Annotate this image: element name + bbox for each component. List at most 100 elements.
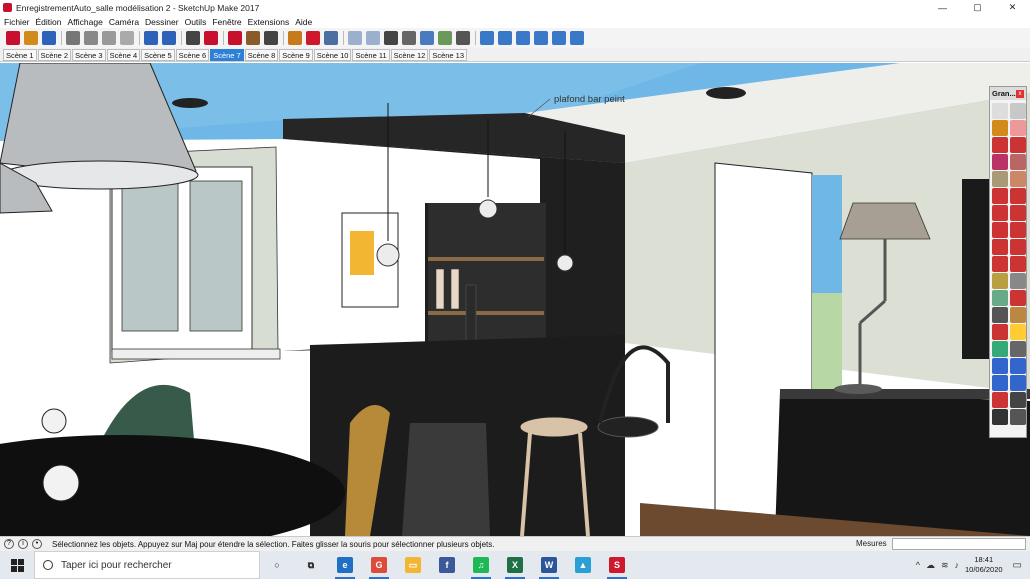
tab-scene-11[interactable]: Scène 11 <box>352 48 390 61</box>
extension-warehouse-icon[interactable] <box>306 31 320 45</box>
pan-tool-icon[interactable] <box>1010 341 1026 357</box>
tab-scene-1[interactable]: Scène 1 <box>3 48 37 61</box>
save-icon[interactable] <box>42 31 56 45</box>
tab-scene-3[interactable]: Scène 3 <box>72 48 106 61</box>
print-icon[interactable] <box>186 31 200 45</box>
zoom-tool-icon[interactable] <box>992 358 1008 374</box>
rotated-rectangle-tool-icon[interactable] <box>1010 154 1026 170</box>
pie-tool-icon[interactable] <box>992 205 1008 221</box>
taskbar-app-cortana[interactable]: ○ <box>260 551 294 579</box>
cut-icon[interactable] <box>66 31 80 45</box>
menu-item-7[interactable]: Extensions <box>248 17 290 27</box>
section-plane-tool-icon[interactable] <box>992 324 1008 340</box>
tab-scene-8[interactable]: Scène 8 <box>244 48 279 61</box>
look-around-tool-icon[interactable] <box>1010 392 1026 408</box>
zoom-extents-tool-icon[interactable] <box>992 375 1008 391</box>
menu-item-4[interactable]: Dessiner <box>145 17 179 27</box>
start-button[interactable] <box>0 551 34 579</box>
zoom-window-tool-icon[interactable] <box>1010 358 1026 374</box>
polygon-tool-icon[interactable] <box>1010 171 1026 187</box>
tab-scene-4[interactable]: Scène 4 <box>106 48 141 61</box>
taskbar-search[interactable]: Taper ici pour rechercher <box>34 551 260 579</box>
paste-icon[interactable] <box>102 31 116 45</box>
shaded-icon[interactable] <box>420 31 434 45</box>
menu-item-8[interactable]: Aide <box>295 17 312 27</box>
position-camera-tool-icon[interactable] <box>992 392 1008 408</box>
taskbar-app-spotify[interactable]: ♫ <box>464 551 498 579</box>
tab-scene-13[interactable]: Scène 13 <box>429 48 468 61</box>
xray-icon[interactable] <box>348 31 362 45</box>
wireframe-icon[interactable] <box>384 31 398 45</box>
scene-annotation[interactable]: plafond bar peint <box>554 94 625 105</box>
arc-tool-icon[interactable] <box>992 188 1008 204</box>
two-point-arc-tool-icon[interactable] <box>1010 188 1026 204</box>
menu-item-3[interactable]: Caméra <box>109 17 139 27</box>
get-photo-icon[interactable] <box>288 31 302 45</box>
palette-close-button[interactable]: x <box>1016 89 1024 98</box>
right-view-icon[interactable] <box>534 31 548 45</box>
tab-scene-10[interactable]: Scène 10 <box>313 48 352 61</box>
three-point-arc-tool-icon[interactable] <box>1010 205 1026 221</box>
copy-icon[interactable] <box>84 31 98 45</box>
maximize-button[interactable]: ▢ <box>960 0 995 15</box>
undo-icon[interactable] <box>144 31 158 45</box>
minimize-button[interactable]: — <box>925 0 960 15</box>
rotate-tool-icon[interactable] <box>992 239 1008 255</box>
walk-tool-icon[interactable] <box>992 409 1008 425</box>
cloud-icon[interactable]: ☁ <box>926 560 935 571</box>
tape-measure-tool-icon[interactable] <box>992 273 1008 289</box>
rectangle-tool-icon[interactable] <box>992 154 1008 170</box>
tab-scene-7[interactable]: Scène 7 <box>210 48 244 61</box>
taskbar-app-photos[interactable]: ▲ <box>566 551 600 579</box>
line-tool-icon[interactable] <box>992 137 1008 153</box>
paint-tool-icon[interactable] <box>1010 324 1026 340</box>
axes-tool-icon[interactable] <box>1010 290 1026 306</box>
taskbar-app-edge[interactable]: e <box>328 551 362 579</box>
select-tool-icon[interactable] <box>992 103 1008 119</box>
taskbar-app-file-explorer[interactable]: ▭ <box>396 551 430 579</box>
orbit-tool-icon[interactable] <box>992 341 1008 357</box>
palette-header[interactable]: Gran... x <box>990 87 1026 100</box>
circle-tool-icon[interactable] <box>992 171 1008 187</box>
measurements-input[interactable] <box>892 538 1026 550</box>
info-icon[interactable]: i <box>18 539 28 549</box>
menu-item-6[interactable]: Fenêtre <box>212 17 241 27</box>
open-folder-icon[interactable] <box>24 31 38 45</box>
previous-tool-icon[interactable] <box>1010 375 1026 391</box>
push-pull-tool-icon[interactable] <box>1010 222 1026 238</box>
user-icon[interactable]: • <box>32 539 42 549</box>
share-model-icon[interactable] <box>246 31 260 45</box>
chevron-up-icon[interactable]: ^ <box>916 560 920 570</box>
tab-scene-5[interactable]: Scène 5 <box>141 48 175 61</box>
model-info-icon[interactable] <box>204 31 218 45</box>
front-view-icon[interactable] <box>516 31 530 45</box>
eraser-tool-icon[interactable] <box>1010 120 1026 136</box>
dimension-tool-icon[interactable] <box>992 307 1008 323</box>
offset-tool-icon[interactable] <box>1010 256 1026 272</box>
menu-item-0[interactable]: Fichier <box>4 17 30 27</box>
3d-text-tool-icon[interactable] <box>1010 307 1026 323</box>
components-icon[interactable] <box>264 31 278 45</box>
top-view-icon[interactable] <box>498 31 512 45</box>
iso-view-icon[interactable] <box>480 31 494 45</box>
notifications-icon[interactable]: ▭ <box>1013 560 1022 571</box>
text-tool-icon[interactable] <box>1010 273 1026 289</box>
new-file-icon[interactable] <box>6 31 20 45</box>
taskbar-app-word[interactable]: W <box>532 551 566 579</box>
geo-location-icon[interactable]: ? <box>4 539 14 549</box>
menu-item-2[interactable]: Affichage <box>68 17 103 27</box>
tab-scene-9[interactable]: Scène 9 <box>279 48 313 61</box>
warehouse-icon[interactable] <box>228 31 242 45</box>
freehand-tool-icon[interactable] <box>1010 137 1026 153</box>
taskbar-app-facebook[interactable]: f <box>430 551 464 579</box>
network-icon[interactable]: ≋ <box>941 560 949 571</box>
follow-me-tool-icon[interactable] <box>1010 239 1026 255</box>
taskbar-app-task-view[interactable]: ⧉ <box>294 551 328 579</box>
menu-item-1[interactable]: Édition <box>36 17 62 27</box>
menu-item-5[interactable]: Outils <box>185 17 207 27</box>
tab-scene-2[interactable]: Scène 2 <box>37 48 72 61</box>
monochrome-icon[interactable] <box>456 31 470 45</box>
tab-scene-12[interactable]: Scène 12 <box>390 48 429 61</box>
taskbar-app-sketchup[interactable]: S <box>600 551 634 579</box>
paint-bucket-tool-icon[interactable] <box>992 120 1008 136</box>
